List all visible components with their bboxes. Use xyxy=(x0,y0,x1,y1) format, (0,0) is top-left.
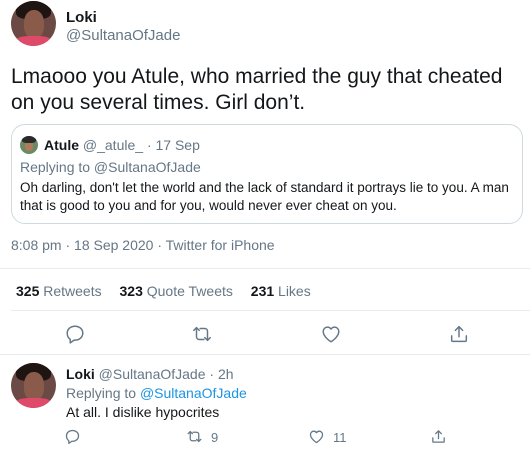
quoted-date: 17 Sep xyxy=(155,137,200,153)
reply-time[interactable]: 2h xyxy=(218,366,234,382)
tweet-meta: 8:08 pm · 18 Sep 2020 · Twitter for iPho… xyxy=(11,237,275,253)
stats-row: 325 Retweets 323 Quote Tweets 231 Likes xyxy=(16,283,311,299)
likes-stat[interactable]: 231 Likes xyxy=(251,283,311,299)
reply-dot: · xyxy=(209,366,215,382)
quotes-count: 323 xyxy=(119,283,143,299)
replying-to-label: Replying to xyxy=(66,385,137,401)
quoted-tweet[interactable]: Atule @_atule_ · 17 Sep Replying to @Sul… xyxy=(11,124,523,224)
reply-like-icon[interactable] xyxy=(308,428,325,445)
reply-icon[interactable] xyxy=(64,323,86,345)
divider xyxy=(0,354,530,355)
reply-avatar[interactable] xyxy=(11,363,56,408)
quoted-dot: · xyxy=(146,137,152,153)
retweets-stat[interactable]: 325 Retweets xyxy=(16,283,106,299)
reply-share-icon[interactable] xyxy=(430,428,447,445)
reply-retweet-count: 9 xyxy=(211,430,219,445)
reply-retweet-icon[interactable] xyxy=(186,428,203,445)
quoted-avatar xyxy=(20,136,38,154)
reply-like-count: 11 xyxy=(333,430,347,445)
author-handle[interactable]: @SultanaOfJade xyxy=(66,27,180,44)
replying-to-link[interactable]: @SultanaOfJade xyxy=(140,385,247,401)
quoted-author-name: Atule xyxy=(44,137,79,153)
reply-reply-icon[interactable] xyxy=(64,428,81,445)
reply-author-handle[interactable]: @SultanaOfJade xyxy=(99,366,206,382)
quoted-author-handle: @_atule_ xyxy=(82,137,144,153)
retweets-label: Retweets xyxy=(43,283,102,299)
like-icon[interactable] xyxy=(320,323,342,345)
reply-author-name[interactable]: Loki xyxy=(66,366,95,382)
avatar[interactable] xyxy=(11,1,56,46)
likes-count: 231 xyxy=(250,283,275,299)
reply-text: At all. I dislike hypocrites xyxy=(66,404,220,420)
quotes-label: Quote Tweets xyxy=(146,283,233,299)
tweet-text: Lmaooo you Atule, who married the guy th… xyxy=(11,65,503,114)
retweet-icon[interactable] xyxy=(191,323,213,345)
quoted-replying-to: Replying to @SultanaOfJade xyxy=(20,159,201,175)
author-name[interactable]: Loki xyxy=(66,9,97,26)
quoted-text: Oh darling, don't let the world and the … xyxy=(20,180,509,213)
quote-tweets-stat[interactable]: 323 Quote Tweets xyxy=(120,283,237,299)
divider xyxy=(0,268,530,269)
retweets-count: 325 xyxy=(16,283,40,299)
share-icon[interactable] xyxy=(448,323,470,345)
likes-label: Likes xyxy=(278,283,311,299)
divider xyxy=(11,310,530,311)
